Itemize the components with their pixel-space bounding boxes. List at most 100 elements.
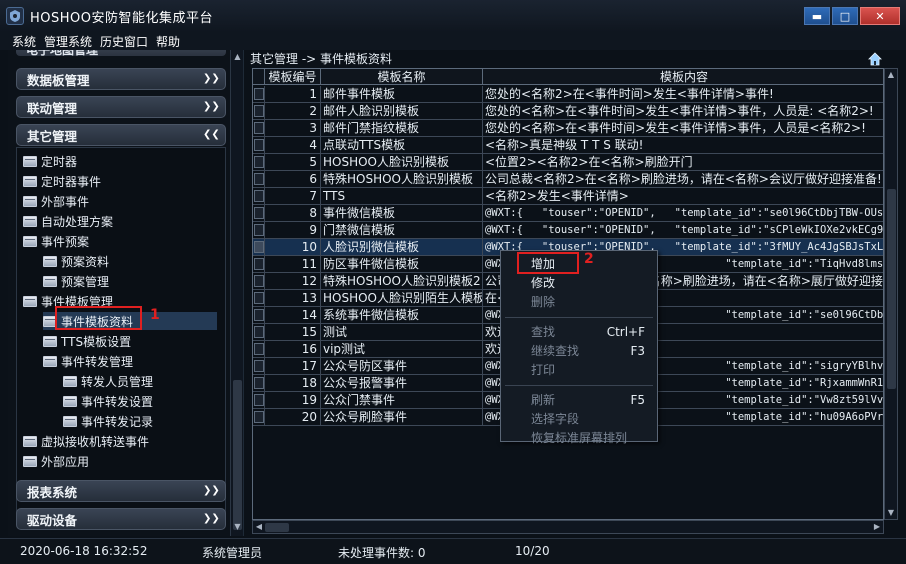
table-horizontal-scrollbar[interactable]: ◀ ▶ xyxy=(252,520,884,534)
row-selector-box xyxy=(254,258,264,270)
context-menu-item-label: 删除 xyxy=(531,295,556,309)
row-selector[interactable] xyxy=(253,222,265,239)
context-menu-item[interactable]: 恢复标准屏幕排列 xyxy=(501,429,657,447)
table-row[interactable]: 2 邮件人脸识别模板 您处的<名称>在<事件时间>发生<事件详情>事件，人员是: <… xyxy=(253,103,883,120)
row-selector[interactable] xyxy=(253,205,265,222)
section-label: 报表系统 xyxy=(27,484,78,500)
cell-template-id: 7 xyxy=(265,188,321,205)
tree-item[interactable]: 外部事件 xyxy=(23,192,89,210)
table-row[interactable]: 5 HOSHOO人脸识别模板 <位置2><名称2>在<名称>刷脸开门 xyxy=(253,154,883,171)
row-selector[interactable] xyxy=(253,188,265,205)
table-row[interactable]: 8 事件微信模板 @WXT:{ "touser":"OPENID", "templa… xyxy=(253,205,883,222)
menu-history-window[interactable]: 历史窗口 xyxy=(100,33,148,50)
context-menu-item[interactable]: 继续查找 F3 xyxy=(501,342,657,360)
table-row[interactable]: 6 特殊HOSHOO人脸识别模板 公司总裁<名称2>在<名称>刷脸进场，请在<名称>… xyxy=(253,171,883,188)
home-icon[interactable] xyxy=(868,52,882,66)
tree-item[interactable]: 定时器 xyxy=(23,152,77,170)
sidebar-section-reports[interactable]: 报表系统 ❯❯ xyxy=(16,480,226,502)
scroll-down-icon[interactable]: ▼ xyxy=(885,507,897,519)
scroll-up-icon[interactable]: ▲ xyxy=(232,52,243,64)
folder-icon xyxy=(43,255,57,267)
row-selector[interactable] xyxy=(253,273,265,290)
row-selector[interactable] xyxy=(253,154,265,171)
maximize-button[interactable]: □ xyxy=(832,7,858,25)
scroll-down-icon[interactable]: ▼ xyxy=(232,522,243,534)
sidebar-section-partial[interactable]: 电子地图管理 xyxy=(16,50,226,57)
menu-system[interactable]: 系统 xyxy=(12,33,36,50)
tree-item[interactable]: 自动处理方案 xyxy=(23,212,113,230)
context-menu-item[interactable]: 刷新 F5 xyxy=(501,391,657,409)
scroll-left-icon[interactable]: ◀ xyxy=(253,521,265,533)
sidebar-scrollbar[interactable]: ▲ ▼ xyxy=(230,50,243,536)
tree-item[interactable]: TTS模板设置 xyxy=(43,332,131,350)
tree-item[interactable]: 事件转发管理 xyxy=(43,352,133,370)
sidebar: 电子地图管理 数据板管理 ❯❯ 联动管理 ❯❯ 其它管理 ❮❮ 定时器定时器事件… xyxy=(8,50,244,536)
row-selector[interactable] xyxy=(253,324,265,341)
folder-icon xyxy=(23,455,37,467)
row-selector[interactable] xyxy=(253,103,265,120)
context-menu-item[interactable]: 打印 xyxy=(501,361,657,379)
row-selector[interactable] xyxy=(253,137,265,154)
menu-help[interactable]: 帮助 xyxy=(156,33,180,50)
context-menu-item[interactable]: 查找 Ctrl+F xyxy=(501,323,657,341)
tree-item[interactable]: 事件转发设置 xyxy=(63,392,153,410)
table-row[interactable]: 9 门禁微信模板 @WXT:{ "touser":"OPENID", "templa… xyxy=(253,222,883,239)
table-hscroll-thumb[interactable] xyxy=(265,523,289,532)
context-menu-shortcut: F5 xyxy=(630,393,645,407)
row-selector[interactable] xyxy=(253,358,265,375)
scroll-up-icon[interactable]: ▲ xyxy=(885,69,897,81)
tree-item-label: 预案管理 xyxy=(61,274,110,289)
table-row[interactable]: 1 邮件事件模板 您处的<名称2>在<事件时间>发生<事件详情>事件! xyxy=(253,86,883,103)
tree-item[interactable]: 预案资料 xyxy=(43,252,109,270)
section-label: 驱动设备 xyxy=(27,512,78,528)
cell-template-id: 11 xyxy=(265,256,321,273)
tree-item[interactable]: 事件预案 xyxy=(23,232,89,250)
row-selector[interactable] xyxy=(253,290,265,307)
minimize-button[interactable]: ▬ xyxy=(804,7,830,25)
row-selector[interactable] xyxy=(253,409,265,426)
row-selector[interactable] xyxy=(253,239,265,256)
table-vertical-scrollbar[interactable]: ▲ ▼ xyxy=(884,68,898,520)
tree-item[interactable]: 转发人员管理 xyxy=(63,372,153,390)
row-selector[interactable] xyxy=(253,86,265,103)
sidebar-section-drivers[interactable]: 驱动设备 ❯❯ xyxy=(16,508,226,530)
sidebar-scroll-thumb[interactable] xyxy=(233,380,242,530)
cell-template-id: 8 xyxy=(265,205,321,222)
cell-template-id: 19 xyxy=(265,392,321,409)
tree-item[interactable]: 定时器事件 xyxy=(23,172,101,190)
sidebar-section-linkage[interactable]: 联动管理 ❯❯ xyxy=(16,96,226,118)
tree-item[interactable]: 虚拟接收机转送事件 xyxy=(23,432,149,450)
table-vscroll-thumb[interactable] xyxy=(887,189,896,389)
table-row[interactable]: 3 邮件门禁指纹模板 您处的<名称>在<事件时间>发生<事件详情>事件，人员是<名称… xyxy=(253,120,883,137)
row-selector[interactable] xyxy=(253,375,265,392)
row-selector[interactable] xyxy=(253,307,265,324)
sidebar-section-databoard[interactable]: 数据板管理 ❯❯ xyxy=(16,68,226,90)
folder-icon xyxy=(23,295,37,307)
row-selector[interactable] xyxy=(253,120,265,137)
tree-item-label: 定时器事件 xyxy=(41,174,102,189)
close-button[interactable]: ✕ xyxy=(860,7,900,25)
header-template-id[interactable]: 模板编号 xyxy=(265,69,321,85)
sidebar-section-other[interactable]: 其它管理 ❮❮ xyxy=(16,124,226,146)
table-row[interactable]: 7 TTS <名称2>发生<事件详情> xyxy=(253,188,883,205)
context-menu-item[interactable]: 删除 xyxy=(501,293,657,311)
context-menu-item[interactable]: 修改 xyxy=(501,274,657,292)
row-selector[interactable] xyxy=(253,171,265,188)
context-menu-item-label: 选择字段 xyxy=(531,412,580,426)
row-selector-box xyxy=(254,326,264,338)
header-template-content[interactable]: 模板内容 xyxy=(483,69,883,85)
table-row[interactable]: 4 点联动TTS模板 <名称>真是神级 T T S 联动! xyxy=(253,137,883,154)
row-selector[interactable] xyxy=(253,341,265,358)
row-selector[interactable] xyxy=(253,256,265,273)
row-selector[interactable] xyxy=(253,392,265,409)
context-menu-item[interactable]: 选择字段 xyxy=(501,410,657,428)
row-selector-box xyxy=(254,105,264,117)
menu-management[interactable]: 管理系统 xyxy=(44,33,92,50)
tree-item[interactable]: 预案管理 xyxy=(43,272,109,290)
tree-item[interactable]: 事件转发记录 xyxy=(63,412,153,430)
tree-item-label: TTS模板设置 xyxy=(61,334,132,349)
header-template-name[interactable]: 模板名称 xyxy=(321,69,483,85)
scroll-right-icon[interactable]: ▶ xyxy=(871,521,883,533)
tree-item[interactable]: 外部应用 xyxy=(23,452,89,470)
cell-template-content: 公司总裁<名称2>在<名称>刷脸进场，请在<名称>会议厅做好迎接准备! xyxy=(485,172,882,186)
